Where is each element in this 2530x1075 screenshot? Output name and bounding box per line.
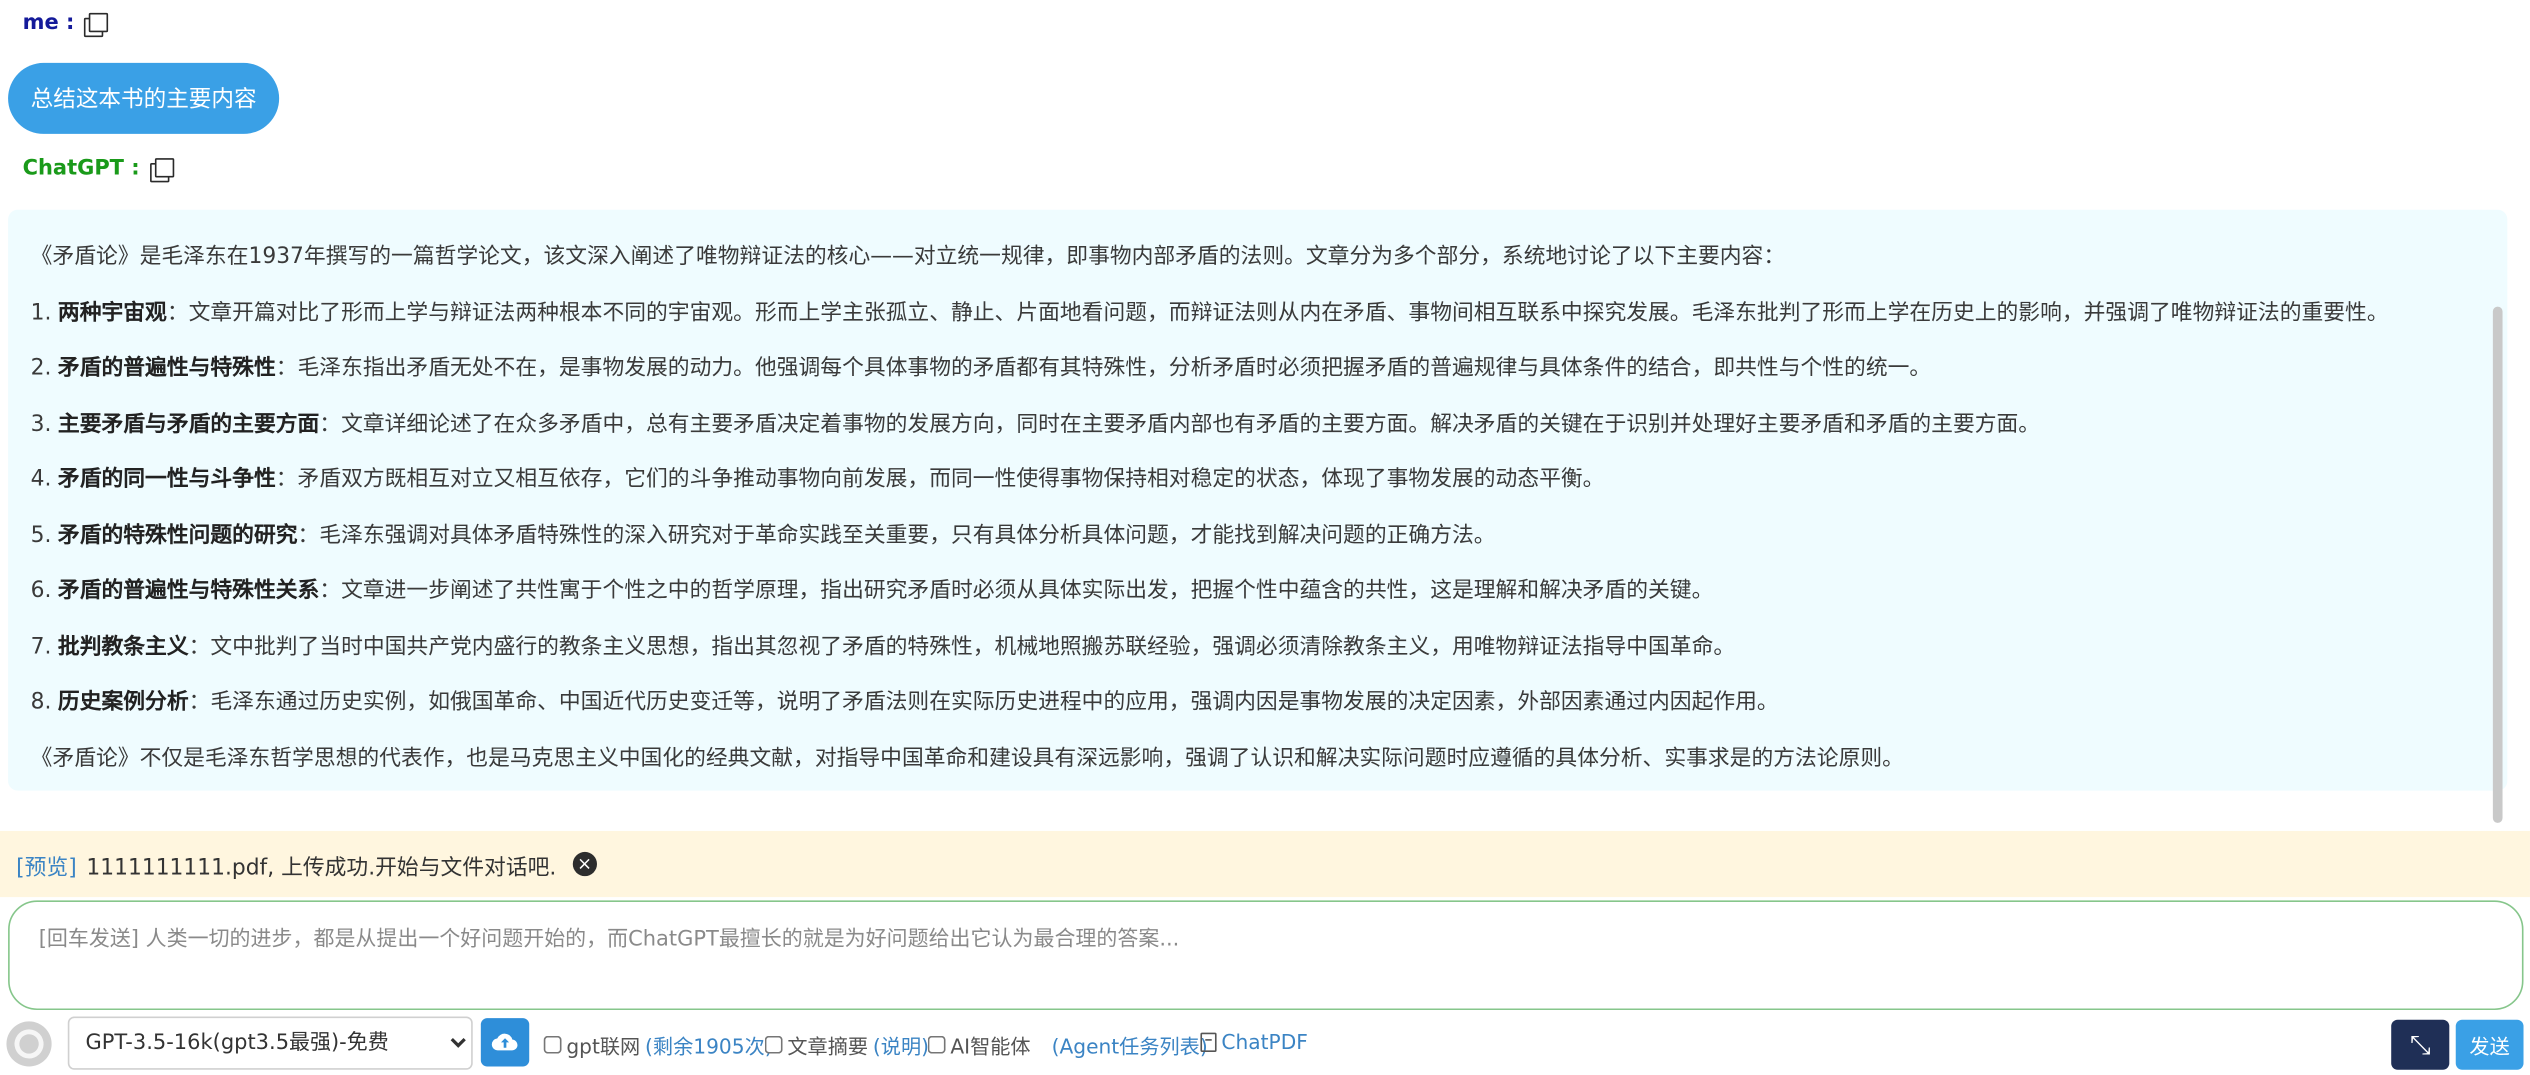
close-icon[interactable]: ×	[572, 851, 597, 877]
me-speaker-label: me :	[22, 11, 109, 37]
answer-item-text: ：毛泽东强调对具体矛盾特殊性的深入研究对于革命实践至关重要，只有具体分析具体问题…	[297, 521, 1496, 548]
upload-button[interactable]	[480, 1018, 530, 1067]
bottom-toolbar: GPT-3.5-16k(gpt3.5最强)-免费 gpt联网 (剩余1905次)…	[0, 1015, 2530, 1073]
answer-item: 7. 批判教条主义：文中批判了当时中国共产党内盛行的教条主义思想，指出其忽视了矛盾…	[31, 619, 2485, 675]
shrink-button[interactable]: ⤡	[2391, 1019, 2450, 1070]
app-root: me : 总结这本书的主要内容 ChatGPT : 《矛盾论》是毛泽东在1937…	[0, 0, 2530, 1075]
chatpdf-link[interactable]: ChatPDF	[1200, 1029, 1308, 1054]
copy-icon[interactable]	[84, 12, 109, 37]
upload-status-text: 1111111111.pdf, 上传成功.开始与文件对话吧.	[86, 854, 557, 881]
answer-item-text: ：毛泽东通过历史实例，如俄国革命、中国近代历史变迁等，说明了矛盾法则在实际历史进…	[188, 688, 1779, 715]
answer-item-number: 4.	[30, 466, 52, 493]
preview-link[interactable]: [预览]	[16, 848, 77, 880]
shrink-icon: ⤡	[2409, 1028, 2431, 1060]
agent-checkbox[interactable]	[927, 1035, 946, 1054]
answer-item: 2. 矛盾的普遍性与特殊性：毛泽东指出矛盾无处不在，是事物发展的动力。他强调每个具…	[31, 340, 2485, 396]
answer-item-title: 矛盾的同一性与斗争性	[57, 466, 276, 493]
user-message-bubble: 总结这本书的主要内容	[8, 62, 280, 134]
message-input[interactable]	[9, 901, 2522, 1009]
chat-scrollbar[interactable]	[2490, 0, 2506, 826]
answer-item-text: ：文章详细论述了在众多矛盾中，总有主要矛盾决定着事物的发展方向，同时在主要矛盾内…	[319, 410, 2041, 437]
send-button[interactable]: 发送	[2455, 1019, 2524, 1070]
answer-conclusion: 《矛盾论》不仅是毛泽东哲学思想的代表作，也是马克思主义中国化的经典文献，对指导中…	[30, 744, 1904, 771]
answer-item-title: 矛盾的普遍性与特殊性关系	[57, 577, 320, 604]
assistant-message-card: 《矛盾论》是毛泽东在1937年撰写的一篇哲学论文，该文深入阐述了唯物辩证法的核心…	[8, 209, 2508, 791]
answer-item-text: ：矛盾双方既相互对立又相互依存，它们的斗争推动事物向前发展，而同一性使得事物保持…	[275, 466, 1605, 493]
scrollbar-thumb[interactable]	[2492, 306, 2503, 823]
upload-notice-bar: [预览] 1111111111.pdf, 上传成功.开始与文件对话吧. ×	[0, 830, 2530, 898]
model-select[interactable]: GPT-3.5-16k(gpt3.5最强)-免费	[67, 1016, 473, 1070]
chatpdf-label[interactable]: ChatPDF	[1221, 1029, 1307, 1053]
avatar-mark	[9, 1024, 49, 1064]
answer-item-number: 3.	[30, 410, 52, 437]
web-search-checkbox[interactable]	[543, 1035, 562, 1054]
answer-item: 6. 矛盾的普遍性与特殊性关系：文章进一步阐述了共性寓于个性之中的哲学原理，指出研…	[31, 563, 2485, 619]
web-remaining-count: (剩余1905次)	[645, 1034, 773, 1059]
chatgpt-speaker-label: ChatGPT :	[22, 156, 174, 182]
summary-checkbox[interactable]	[764, 1035, 783, 1054]
answer-item-number: 7.	[30, 633, 52, 660]
answer-item-number: 2.	[30, 354, 52, 381]
answer-intro: 《矛盾论》是毛泽东在1937年撰写的一篇哲学论文，该文深入阐述了唯物辩证法的核心…	[30, 243, 1786, 270]
answer-item-title: 两种宇宙观	[57, 299, 167, 326]
answer-item: 1. 两种宇宙观：文章开篇对比了形而上学与辩证法两种根本不同的宇宙观。形而上学主张…	[31, 285, 2485, 341]
me-label: me :	[22, 11, 75, 36]
answer-item-number: 6.	[30, 577, 52, 604]
web-search-toggle[interactable]: gpt联网 (剩余1905次)	[543, 1029, 773, 1060]
pdf-file-icon	[1200, 1031, 1217, 1052]
copy-icon[interactable]	[149, 157, 174, 182]
agent-task-link[interactable]: (Agent任务列表)	[1052, 1029, 1208, 1060]
answer-item: 5. 矛盾的特殊性问题的研究：毛泽东强调对具体矛盾特殊性的深入研究对于革命实践至关…	[31, 507, 2485, 563]
answer-item-title: 矛盾的特殊性问题的研究	[57, 521, 298, 548]
summary-label: 文章摘要	[787, 1034, 869, 1059]
message-input-container[interactable]	[8, 900, 2524, 1011]
answer-list: 1. 两种宇宙观：文章开篇对比了形而上学与辩证法两种根本不同的宇宙观。形而上学主张…	[31, 285, 2485, 730]
cloud-upload-icon	[491, 1033, 518, 1051]
answer-item-title: 主要矛盾与矛盾的主要方面	[57, 410, 320, 437]
chatgpt-label: ChatGPT :	[22, 156, 140, 181]
answer-item-text: ：毛泽东指出矛盾无处不在，是事物发展的动力。他强调每个具体事物的矛盾都有其特殊性…	[275, 354, 1932, 381]
answer-item-title: 矛盾的普遍性与特殊性	[57, 354, 276, 381]
answer-item-text: ：文章进一步阐述了共性寓于个性之中的哲学原理，指出研究矛盾时必须从具体实际出发，…	[319, 577, 1714, 604]
web-search-label: gpt联网	[566, 1034, 641, 1059]
avatar[interactable]	[6, 1021, 52, 1067]
answer-item-text: ：文章开篇对比了形而上学与辩证法两种根本不同的宇宙观。形而上学主张孤立、静止、片…	[166, 299, 2389, 326]
answer-item-title: 批判教条主义	[57, 633, 189, 660]
agent-label: AI智能体	[950, 1034, 1031, 1059]
answer-item-title: 历史案例分析	[57, 688, 189, 715]
answer-item: 3. 主要矛盾与矛盾的主要方面：文章详细论述了在众多矛盾中，总有主要矛盾决定着事物…	[31, 396, 2485, 452]
chat-area: me : 总结这本书的主要内容 ChatGPT : 《矛盾论》是毛泽东在1937…	[0, 0, 2508, 826]
agent-toggle[interactable]: AI智能体 (Agent任务列表)	[927, 1029, 1208, 1060]
answer-item-number: 8.	[30, 688, 52, 715]
answer-item-number: 5.	[30, 521, 52, 548]
summary-help-link[interactable]: (说明)	[873, 1029, 929, 1060]
answer-item-number: 1.	[30, 299, 52, 326]
answer-item: 8. 历史案例分析：毛泽东通过历史实例，如俄国革命、中国近代历史变迁等，说明了矛盾…	[31, 674, 2485, 730]
answer-item-text: ：文中批判了当时中国共产党内盛行的教条主义思想，指出其忽视了矛盾的特殊性，机械地…	[188, 633, 1736, 660]
answer-item: 4. 矛盾的同一性与斗争性：矛盾双方既相互对立又相互依存，它们的斗争推动事物向前发…	[31, 452, 2485, 508]
summary-toggle[interactable]: 文章摘要 (说明)	[764, 1029, 929, 1060]
